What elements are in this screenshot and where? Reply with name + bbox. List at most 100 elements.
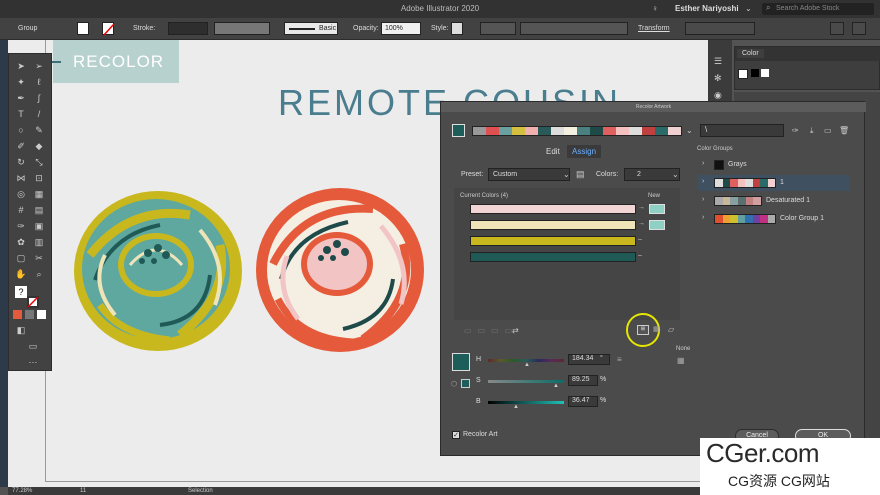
- shaper-tool-icon[interactable]: ✐: [15, 140, 27, 152]
- chevron-down-icon[interactable]: ⌄: [745, 4, 752, 13]
- hue-field[interactable]: 184.34: [568, 354, 610, 365]
- width-tool-icon[interactable]: ⋈: [15, 172, 27, 184]
- merge-icons[interactable]: ▭▭▭▭: [464, 326, 518, 335]
- properties-icon[interactable]: ☰: [714, 56, 722, 67]
- slider-thumb-icon[interactable]: ▲: [553, 383, 559, 389]
- stock-search-input[interactable]: Search Adobe Stock: [762, 3, 874, 15]
- current-color-row[interactable]: [470, 204, 636, 214]
- zoom-level[interactable]: 77.28%: [12, 488, 32, 494]
- user-name[interactable]: Esther Nariyoshi: [675, 4, 739, 13]
- none-mode-icon[interactable]: [37, 310, 46, 319]
- draw-mode-icon[interactable]: ◧: [15, 324, 27, 336]
- type-tool-icon[interactable]: T: [15, 108, 27, 120]
- transform-icon[interactable]: [830, 22, 844, 35]
- menu-icon[interactable]: [852, 22, 866, 35]
- slider-thumb-icon[interactable]: ▲: [513, 404, 519, 410]
- brightness-slider[interactable]: [488, 401, 564, 404]
- align-controls[interactable]: [520, 22, 628, 35]
- layers-icon[interactable]: ◉: [714, 90, 722, 101]
- selection-tool-icon[interactable]: ➤: [15, 60, 27, 72]
- paintbrush-icon[interactable]: ✎: [33, 124, 45, 136]
- recolor-button[interactable]: [480, 22, 516, 35]
- new-folder-icon[interactable]: ▭: [824, 126, 832, 135]
- direct-selection-tool-icon[interactable]: ➢: [33, 60, 45, 72]
- current-color-row[interactable]: [470, 252, 636, 262]
- blend-tool-icon[interactable]: ▣: [33, 220, 45, 232]
- chevron-down-icon[interactable]: ⌄: [563, 170, 570, 179]
- delete-icon[interactable]: 🗑: [839, 126, 849, 135]
- scale-tool-icon[interactable]: ⤡: [33, 156, 45, 168]
- saturation-field[interactable]: 89.25: [568, 375, 598, 386]
- color-mode-icon[interactable]: [13, 310, 22, 319]
- chevron-down-icon[interactable]: ⌄: [672, 170, 679, 179]
- color-group-row[interactable]: › Grays: [698, 157, 850, 173]
- color-tab[interactable]: Color: [737, 49, 764, 58]
- zoom-tool-icon[interactable]: ⌕: [33, 268, 45, 280]
- arrange-controls[interactable]: [685, 22, 755, 35]
- recolor-art-checkbox[interactable]: ✓: [452, 431, 460, 439]
- preset-select[interactable]: Custom: [488, 168, 570, 181]
- screen-mode-icon[interactable]: ▭: [27, 340, 39, 352]
- current-color-row[interactable]: [470, 220, 636, 230]
- free-transform-icon[interactable]: ⊡: [33, 172, 45, 184]
- fill-swatch[interactable]: [77, 22, 89, 35]
- shape-builder-icon[interactable]: ◎: [15, 188, 27, 200]
- harmony-colors-bar[interactable]: [472, 126, 682, 136]
- transform-link[interactable]: Transform: [638, 25, 670, 32]
- selected-color-swatch[interactable]: [452, 353, 470, 371]
- fill-stroke-indicator[interactable]: [738, 69, 748, 79]
- color-group-row[interactable]: › Color Group 1: [698, 211, 850, 227]
- curvature-tool-icon[interactable]: ∫: [33, 92, 45, 104]
- new-color-swatch[interactable]: [649, 204, 665, 214]
- more-tools-icon[interactable]: ⋯: [27, 356, 39, 368]
- opacity-field[interactable]: 100%: [381, 22, 421, 35]
- expand-arrow-icon[interactable]: ›: [702, 196, 704, 203]
- rotate-tool-icon[interactable]: ↻: [15, 156, 27, 168]
- flower-artwork-original[interactable]: [70, 185, 248, 355]
- variable-width-profile[interactable]: [214, 22, 270, 35]
- eyedropper-icon[interactable]: ✑: [792, 126, 799, 135]
- line-tool-icon[interactable]: /: [33, 108, 45, 120]
- eyedropper-icon[interactable]: ✑: [15, 220, 27, 232]
- stroke-swatch[interactable]: [102, 22, 115, 36]
- randomly-change-order-icon[interactable]: ⊞: [637, 325, 649, 335]
- active-color-swatch[interactable]: [452, 124, 465, 137]
- artboard-tool-icon[interactable]: ▢: [15, 252, 27, 264]
- page-number[interactable]: 11: [80, 488, 86, 494]
- lasso-icon[interactable]: ℓ: [33, 76, 45, 88]
- current-color-row[interactable]: [470, 236, 636, 246]
- slider-thumb-icon[interactable]: ▲: [524, 362, 530, 368]
- save-group-icon[interactable]: ⤓: [810, 126, 814, 136]
- find-color-icon[interactable]: ▱: [668, 325, 674, 334]
- pen-tool-icon[interactable]: ✒: [15, 92, 27, 104]
- assign-tab[interactable]: Assign: [567, 145, 602, 158]
- black-swatch[interactable]: [751, 69, 759, 77]
- fill-icon[interactable]: ?: [15, 286, 27, 298]
- mesh-tool-icon[interactable]: #: [15, 204, 27, 216]
- color-group-row-selected[interactable]: › 1: [698, 175, 850, 191]
- flower-artwork-recolored[interactable]: [253, 184, 427, 356]
- expand-arrow-icon[interactable]: ›: [702, 160, 704, 167]
- graph-tool-icon[interactable]: ▥: [33, 236, 45, 248]
- perspective-grid-icon[interactable]: ▦: [33, 188, 45, 200]
- brush-definition[interactable]: Basic: [284, 22, 338, 35]
- eraser-icon[interactable]: ◆: [33, 140, 45, 152]
- randomly-change-saturation-icon[interactable]: ▦: [653, 325, 660, 333]
- arrow-icon[interactable]: →: [638, 204, 645, 211]
- symbol-sprayer-icon[interactable]: ✿: [15, 236, 27, 248]
- color-group-row[interactable]: › Desaturated 1: [698, 193, 850, 209]
- edit-tab[interactable]: Edit: [546, 147, 560, 156]
- menu-icon[interactable]: ≡: [617, 355, 622, 364]
- white-swatch[interactable]: [761, 69, 769, 77]
- lightbulb-icon[interactable]: ♀: [652, 4, 660, 14]
- stroke-weight-field[interactable]: [168, 22, 208, 35]
- style-swatch[interactable]: [451, 22, 463, 35]
- brightness-field[interactable]: 36.47: [568, 396, 598, 407]
- expand-arrow-icon[interactable]: ›: [702, 214, 704, 221]
- color-mode-icon[interactable]: ▦: [677, 356, 685, 365]
- libraries-icon[interactable]: ✻: [714, 73, 722, 84]
- harmony-dropdown-icon[interactable]: ⌄: [686, 126, 693, 135]
- gradient-tool-icon[interactable]: ▤: [33, 204, 45, 216]
- gradient-mode-icon[interactable]: [25, 310, 34, 319]
- new-color-swatch[interactable]: [649, 220, 665, 230]
